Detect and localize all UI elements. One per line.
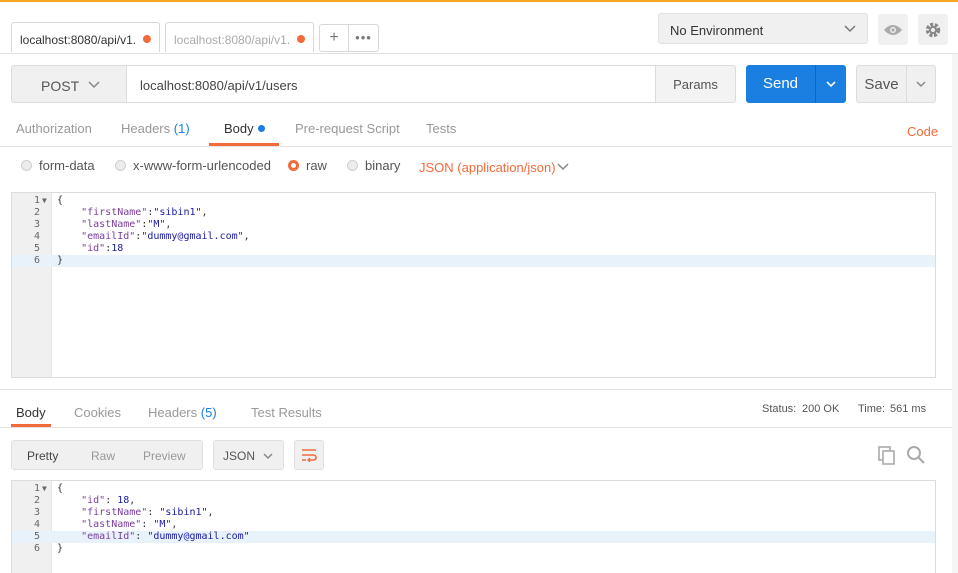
method-value: POST (41, 78, 80, 94)
response-tab-headers[interactable]: Headers (5) (148, 405, 217, 420)
response-tab-cookies[interactable]: Cookies (74, 405, 121, 420)
method-select[interactable]: POST (11, 65, 127, 103)
request-tab-1[interactable]: localhost:8080/api/v1. (11, 22, 160, 52)
new-tab-button[interactable]: + (319, 24, 349, 52)
tab-tests[interactable]: Tests (426, 121, 456, 136)
view-pretty-button[interactable]: Pretty (27, 449, 58, 463)
request-tab-2-label: localhost:8080/api/v1. (174, 33, 291, 47)
response-headers-count: (5) (200, 405, 217, 420)
response-format-value: JSON (223, 449, 256, 463)
radio-selected-icon (288, 160, 299, 171)
response-tab-headers-label: Headers (148, 405, 198, 420)
code-line: 6} (33, 543, 64, 554)
response-body-viewer[interactable]: 1 ▼{ 2 "id": 18, 3 "firstName": "sibin1",… (11, 480, 936, 573)
url-input[interactable]: localhost:8080/api/v1/users (126, 65, 656, 103)
eye-icon (884, 24, 902, 35)
save-button[interactable]: Save (856, 65, 907, 103)
send-button[interactable]: Send (746, 65, 815, 103)
request-tab-2[interactable]: localhost:8080/api/v1. (165, 22, 314, 52)
code-line: 6} (12, 255, 935, 267)
radio-form-data-label: form-data (39, 158, 95, 173)
body-indicator-dot-icon (257, 125, 265, 132)
fold-arrow-icon: ▼ (42, 484, 47, 493)
send-options-button[interactable] (815, 65, 846, 103)
environment-quick-look-button[interactable] (878, 14, 908, 45)
view-preview-button[interactable]: Preview (143, 449, 186, 463)
chevron-down-icon (263, 453, 273, 460)
code-line: 1 ▼{ (33, 483, 64, 494)
response-format-select[interactable]: JSON (213, 440, 284, 470)
tab-headers-label: Headers (121, 121, 171, 136)
radio-binary-label: binary (365, 158, 401, 173)
radio-urlencoded-label: x-www-form-urlencoded (133, 158, 271, 173)
content-type-value: JSON (application/json) (419, 160, 556, 175)
radio-circle-icon (21, 160, 32, 171)
code-line: 2 "firstName":"sibin1", (33, 207, 208, 218)
time-value: 561 ms (890, 403, 927, 415)
code-line: 1 ▼{ (33, 195, 64, 206)
params-button[interactable]: Params (655, 65, 736, 103)
radio-circle-icon (347, 160, 358, 171)
time-label: Time: (858, 403, 886, 415)
tab-authorization[interactable]: Authorization (16, 121, 92, 136)
response-view-group: Pretty Raw Preview (11, 440, 203, 470)
code-link[interactable]: Code (907, 124, 938, 139)
manage-environments-button[interactable] (918, 14, 948, 45)
code-line: 3 "firstName": "sibin1", (33, 507, 214, 518)
request-body-editor[interactable]: 1 ▼{ 2 "firstName":"sibin1", 3 "lastName"… (11, 192, 936, 378)
fold-arrow-icon: ▼ (42, 196, 47, 205)
radio-binary[interactable]: binary (347, 158, 400, 173)
chevron-down-icon (557, 163, 569, 171)
tab-headers[interactable]: Headers (1) (121, 121, 190, 136)
headers-count: (1) (173, 121, 190, 136)
chevron-down-icon (916, 81, 926, 88)
status-label: Status: (762, 403, 797, 415)
radio-circle-icon (115, 160, 126, 171)
window-scrollbar[interactable] (952, 54, 958, 573)
tab-bar: localhost:8080/api/v1. localhost:8080/ap… (0, 2, 958, 54)
chevron-down-icon (88, 81, 100, 89)
code-line: 4 "lastName": "M", (33, 519, 178, 530)
copy-icon[interactable] (877, 445, 897, 465)
save-options-button[interactable] (906, 65, 936, 103)
wrap-lines-icon (302, 449, 317, 462)
response-tab-body[interactable]: Body (16, 405, 46, 420)
code-line: 5 "id":18 (33, 243, 124, 254)
tab-prerequest-script[interactable]: Pre-request Script (295, 121, 400, 136)
chevron-down-icon (844, 25, 856, 33)
request-tab-1-label: localhost:8080/api/v1. (20, 33, 137, 47)
environment-select[interactable]: No Environment (658, 13, 868, 44)
unsaved-dot-icon (143, 35, 151, 43)
environment-select-value: No Environment (670, 23, 764, 38)
unsaved-dot-icon (297, 35, 305, 43)
code-line: 4 "emailId":"dummy@gmail.com", (33, 231, 250, 242)
radio-form-data[interactable]: form-data (21, 158, 95, 173)
status-value: 200 OK (802, 403, 840, 415)
content-type-select[interactable]: JSON (application/json) (419, 160, 569, 175)
more-tabs-button[interactable]: ••• (348, 24, 379, 52)
tab-body-label: Body (224, 121, 254, 136)
response-tab-test-results[interactable]: Test Results (251, 405, 322, 420)
radio-raw[interactable]: raw (288, 158, 327, 173)
view-raw-button[interactable]: Raw (91, 449, 115, 463)
wrap-lines-button[interactable] (294, 440, 324, 470)
code-line: 2 "id": 18, (33, 495, 136, 506)
gear-icon (925, 22, 941, 37)
url-value: localhost:8080/api/v1/users (140, 78, 298, 93)
panel-divider[interactable] (0, 389, 958, 390)
radio-urlencoded[interactable]: x-www-form-urlencoded (115, 158, 271, 173)
tab-body[interactable]: Body (224, 121, 265, 136)
response-tabs-border (0, 427, 958, 428)
code-line: 5 "emailId": "dummy@gmail.com" (12, 531, 935, 543)
chevron-down-icon (826, 81, 836, 88)
search-icon[interactable] (906, 445, 926, 465)
active-tab-underline (209, 143, 279, 146)
radio-raw-label: raw (306, 158, 327, 173)
request-tabs: Authorization Headers (1) Body Pre-reque… (0, 113, 958, 147)
code-line: 3 "lastName":"M", (33, 219, 172, 230)
